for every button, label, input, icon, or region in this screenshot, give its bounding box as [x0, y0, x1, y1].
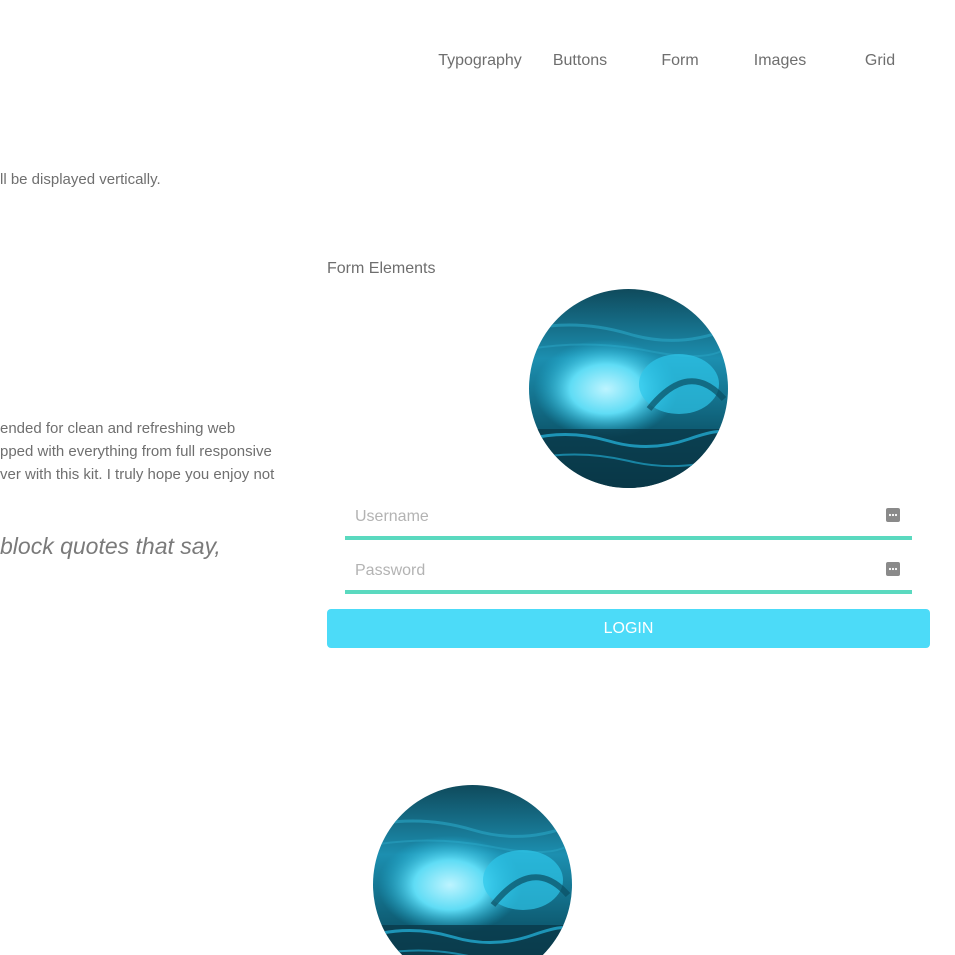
body-paragraph: ended for clean and refreshing web pped …	[0, 417, 274, 486]
paragraph-line: pped with everything from full responsiv…	[0, 443, 272, 460]
username-input[interactable]	[345, 502, 875, 532]
nav-item-grid[interactable]: Grid	[830, 50, 930, 72]
top-nav: Typography Buttons Form Images Grid	[430, 50, 930, 72]
nav-item-buttons[interactable]: Buttons	[530, 50, 630, 72]
block-quote: block quotes that say,	[0, 533, 221, 559]
credential-icon[interactable]	[886, 508, 900, 522]
paragraph-line: ver with this kit. I truly hope you enjo…	[0, 466, 275, 483]
login-button[interactable]: LOGIN	[327, 609, 930, 648]
password-input[interactable]	[345, 556, 875, 586]
intro-text: ll be displayed vertically.	[0, 171, 161, 188]
form-section-title: Form Elements	[327, 260, 436, 277]
ocean-wave-image	[373, 785, 572, 955]
ocean-wave-image	[529, 289, 728, 488]
paragraph-line: ended for clean and refreshing web	[0, 420, 236, 437]
password-field	[345, 556, 912, 594]
credential-icon[interactable]	[886, 562, 900, 576]
nav-item-form[interactable]: Form	[630, 50, 730, 72]
nav-item-typography[interactable]: Typography	[430, 50, 530, 72]
page: Typography Buttons Form Images Grid ll b…	[0, 0, 955, 955]
username-field	[345, 502, 912, 540]
nav-item-images[interactable]: Images	[730, 50, 830, 72]
